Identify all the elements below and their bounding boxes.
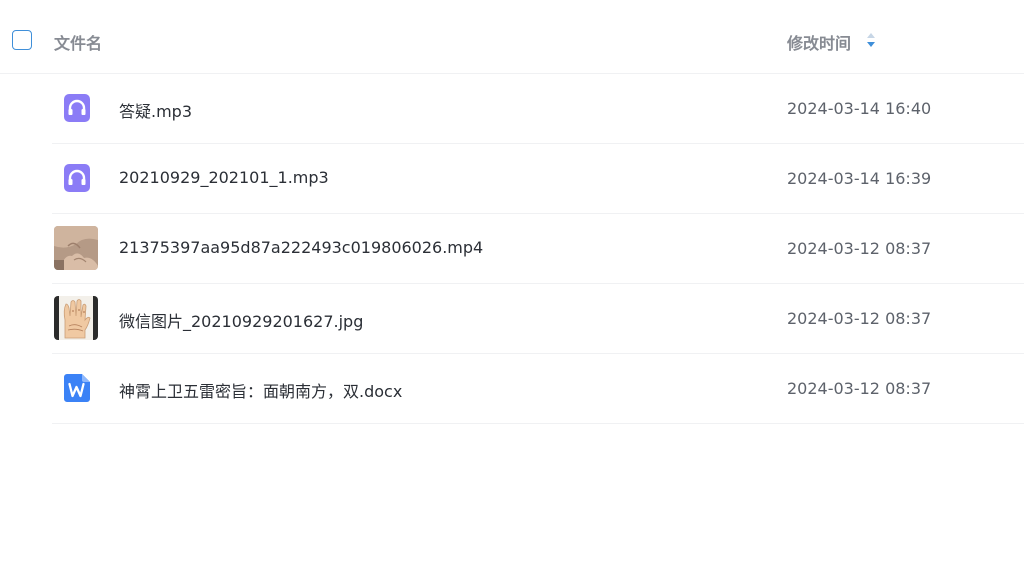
file-modified-time: 2024-03-12 08:37 bbox=[787, 309, 932, 328]
file-row[interactable]: 20210929_202101_1.mp3 2024-03-14 16:39 bbox=[52, 144, 1024, 214]
file-name[interactable]: 微信图片_20210929201627.jpg bbox=[119, 308, 363, 332]
file-name[interactable]: 21375397aa95d87a222493c019806026.mp4 bbox=[119, 238, 483, 257]
file-modified-time: 2024-03-14 16:39 bbox=[787, 169, 932, 188]
file-list-header: 文件名 修改时间 bbox=[0, 0, 1024, 74]
file-row[interactable]: 微信图片_20210929201627.jpg 2024-03-12 08:37 bbox=[52, 284, 1024, 354]
file-name[interactable]: 神霄上卫五雷密旨：面朝南方，双.docx bbox=[119, 378, 402, 402]
word-file-icon bbox=[54, 366, 98, 410]
select-all-checkbox[interactable] bbox=[12, 30, 32, 50]
image-thumbnail bbox=[54, 296, 98, 340]
audio-file-icon bbox=[54, 86, 98, 130]
column-header-modified-time[interactable]: 修改时间 bbox=[787, 30, 851, 54]
file-name[interactable]: 20210929_202101_1.mp3 bbox=[119, 168, 329, 187]
column-header-filename[interactable]: 文件名 bbox=[54, 30, 102, 54]
file-row[interactable]: 21375397aa95d87a222493c019806026.mp4 202… bbox=[52, 214, 1024, 284]
file-name[interactable]: 答疑.mp3 bbox=[119, 98, 192, 122]
sort-icon[interactable] bbox=[866, 32, 876, 48]
file-modified-time: 2024-03-12 08:37 bbox=[787, 239, 932, 258]
video-thumbnail bbox=[54, 226, 98, 270]
file-row[interactable]: 答疑.mp3 2024-03-14 16:40 bbox=[52, 74, 1024, 144]
audio-file-icon bbox=[54, 156, 98, 200]
file-modified-time: 2024-03-12 08:37 bbox=[787, 379, 932, 398]
file-row[interactable]: 神霄上卫五雷密旨：面朝南方，双.docx 2024-03-12 08:37 bbox=[52, 354, 1024, 424]
file-modified-time: 2024-03-14 16:40 bbox=[787, 99, 932, 118]
